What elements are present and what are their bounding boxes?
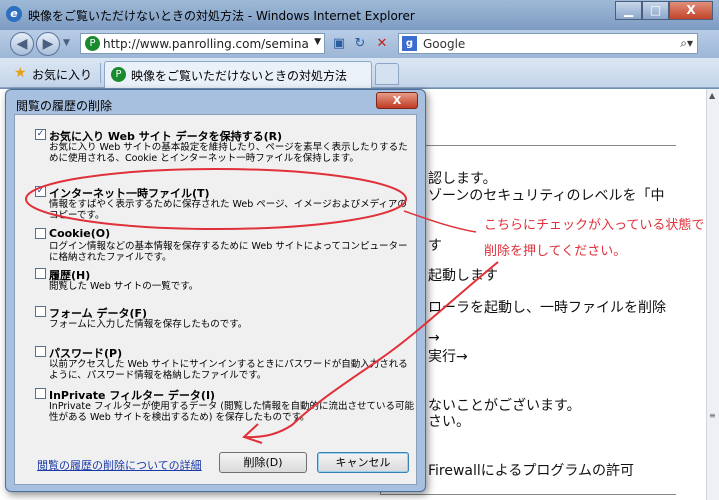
annotation-text: 削除を押してください。 xyxy=(484,244,627,259)
passwords-checkbox[interactable] xyxy=(35,346,46,357)
search-icon[interactable]: ⌕▾ xyxy=(680,36,693,51)
maximize-button[interactable]: □ xyxy=(642,1,669,20)
option-description: ログイン情報などの基本情報を保存するために Web サイトによってコンピューター… xyxy=(49,241,408,263)
navigation-bar: ◀ ▶ ▼ P http://www.panrolling.com/semina… xyxy=(0,30,719,58)
star-icon[interactable]: ★ xyxy=(14,65,27,81)
page-text-line: → xyxy=(428,330,440,346)
address-input[interactable]: http://www.panrolling.com/seminar/hil xyxy=(103,37,308,51)
ie-logo-icon: e xyxy=(6,6,22,22)
google-logo-icon: g xyxy=(402,36,417,51)
refresh-icon[interactable]: ↻ xyxy=(351,35,369,53)
search-provider-label: Google xyxy=(423,37,466,51)
dialog-title: 閲覧の履歴の削除 xyxy=(16,99,113,113)
dialog-body: ✓ お気に入り Web サイト データを保持する(R) お気に入り Web サイ… xyxy=(14,114,417,485)
option-label[interactable]: Cookie(O) xyxy=(49,227,110,240)
option-description: フォームに入力した情報を保存したものです。 xyxy=(49,319,248,330)
cookies-checkbox[interactable] xyxy=(35,228,46,239)
details-link[interactable]: 閲覧の履歴の削除についての詳細 xyxy=(37,457,202,473)
site-icon: P xyxy=(85,36,100,51)
forward-button[interactable]: ▶ xyxy=(36,32,60,56)
page-text-line: 実行→ xyxy=(428,349,468,365)
address-bar[interactable]: P http://www.panrolling.com/seminar/hil … xyxy=(80,33,325,54)
new-tab-button[interactable] xyxy=(375,63,399,85)
delete-history-dialog: 閲覧の履歴の削除 X ✓ お気に入り Web サイト データを保持する(R) お… xyxy=(5,89,426,492)
window-close-button[interactable]: X xyxy=(669,1,713,20)
tab-title: 映像をご覧いただけないときの対処方法 xyxy=(131,69,348,83)
scroll-grip-icon[interactable]: ≡ xyxy=(709,411,716,420)
delete-button[interactable]: 削除(D) xyxy=(219,452,307,473)
address-dropdown-icon[interactable]: ▼ xyxy=(314,37,321,47)
stop-icon[interactable]: ✕ xyxy=(373,35,391,53)
option-description: InPrivate フィルターが使用するデータ (閲覧した情報を自動的に流出させ… xyxy=(49,401,414,423)
search-box[interactable]: g Google ⌕▾ xyxy=(398,33,698,54)
window-title: 映像をご覧いただけないときの対処方法 - Windows Internet Ex… xyxy=(28,9,415,23)
page-text-line: す xyxy=(428,238,442,254)
recent-pages-dropdown-icon[interactable]: ▼ xyxy=(63,38,70,48)
tab-site-icon: P xyxy=(111,67,126,82)
scroll-up-icon[interactable]: ▲ xyxy=(709,91,715,100)
browser-tab[interactable]: P 映像をご覧いただけないときの対処方法 xyxy=(104,61,372,88)
option-description: 以前アクセスした Web サイトにサインインするときにパスワードが自動入力される… xyxy=(49,359,408,381)
page-text-line: ゾーンのセキュリティのレベルを「中 xyxy=(428,188,665,204)
favorites-bar: ★ お気に入り P 映像をご覧いただけないときの対処方法 xyxy=(0,58,719,88)
page-text-line: Firewallによるプログラムの許可 xyxy=(428,463,634,479)
inprivate-checkbox[interactable] xyxy=(35,388,46,399)
history-checkbox[interactable] xyxy=(35,268,46,279)
dialog-close-button[interactable]: X xyxy=(376,92,418,109)
page-text-line: ローラを起動し、一時ファイルを削除 xyxy=(428,300,666,316)
option-description: 情報をすばやく表示するために保存された Web ページ、イメージおよびメディアの… xyxy=(49,199,407,221)
title-bar: e 映像をご覧いただけないときの対処方法 - Windows Internet … xyxy=(0,0,719,30)
divider xyxy=(100,63,101,83)
compatibility-view-icon[interactable]: ▣ xyxy=(330,35,348,53)
vertical-scrollbar[interactable]: ▲ ≡ xyxy=(706,89,719,500)
form-data-checkbox[interactable] xyxy=(35,306,46,317)
page-text-line: 起動します xyxy=(428,268,498,284)
temp-files-checkbox[interactable]: ✓ xyxy=(35,186,46,197)
cancel-button[interactable]: キャンセル xyxy=(317,452,409,473)
annotation-text: こちらにチェックが入っている状態で xyxy=(484,218,705,233)
page-text-line: さい。 xyxy=(428,414,470,430)
favorites-button[interactable]: お気に入り xyxy=(32,66,92,83)
minimize-button[interactable]: ▁ xyxy=(615,1,642,20)
back-button[interactable]: ◀ xyxy=(10,32,34,56)
option-description: 閲覧した Web サイトの一覧です。 xyxy=(49,281,199,292)
preserve-favorites-checkbox[interactable]: ✓ xyxy=(35,129,46,140)
option-description: お気に入り Web サイトの基本設定を維持したり、ページを素早く表示したりするた… xyxy=(49,142,408,164)
